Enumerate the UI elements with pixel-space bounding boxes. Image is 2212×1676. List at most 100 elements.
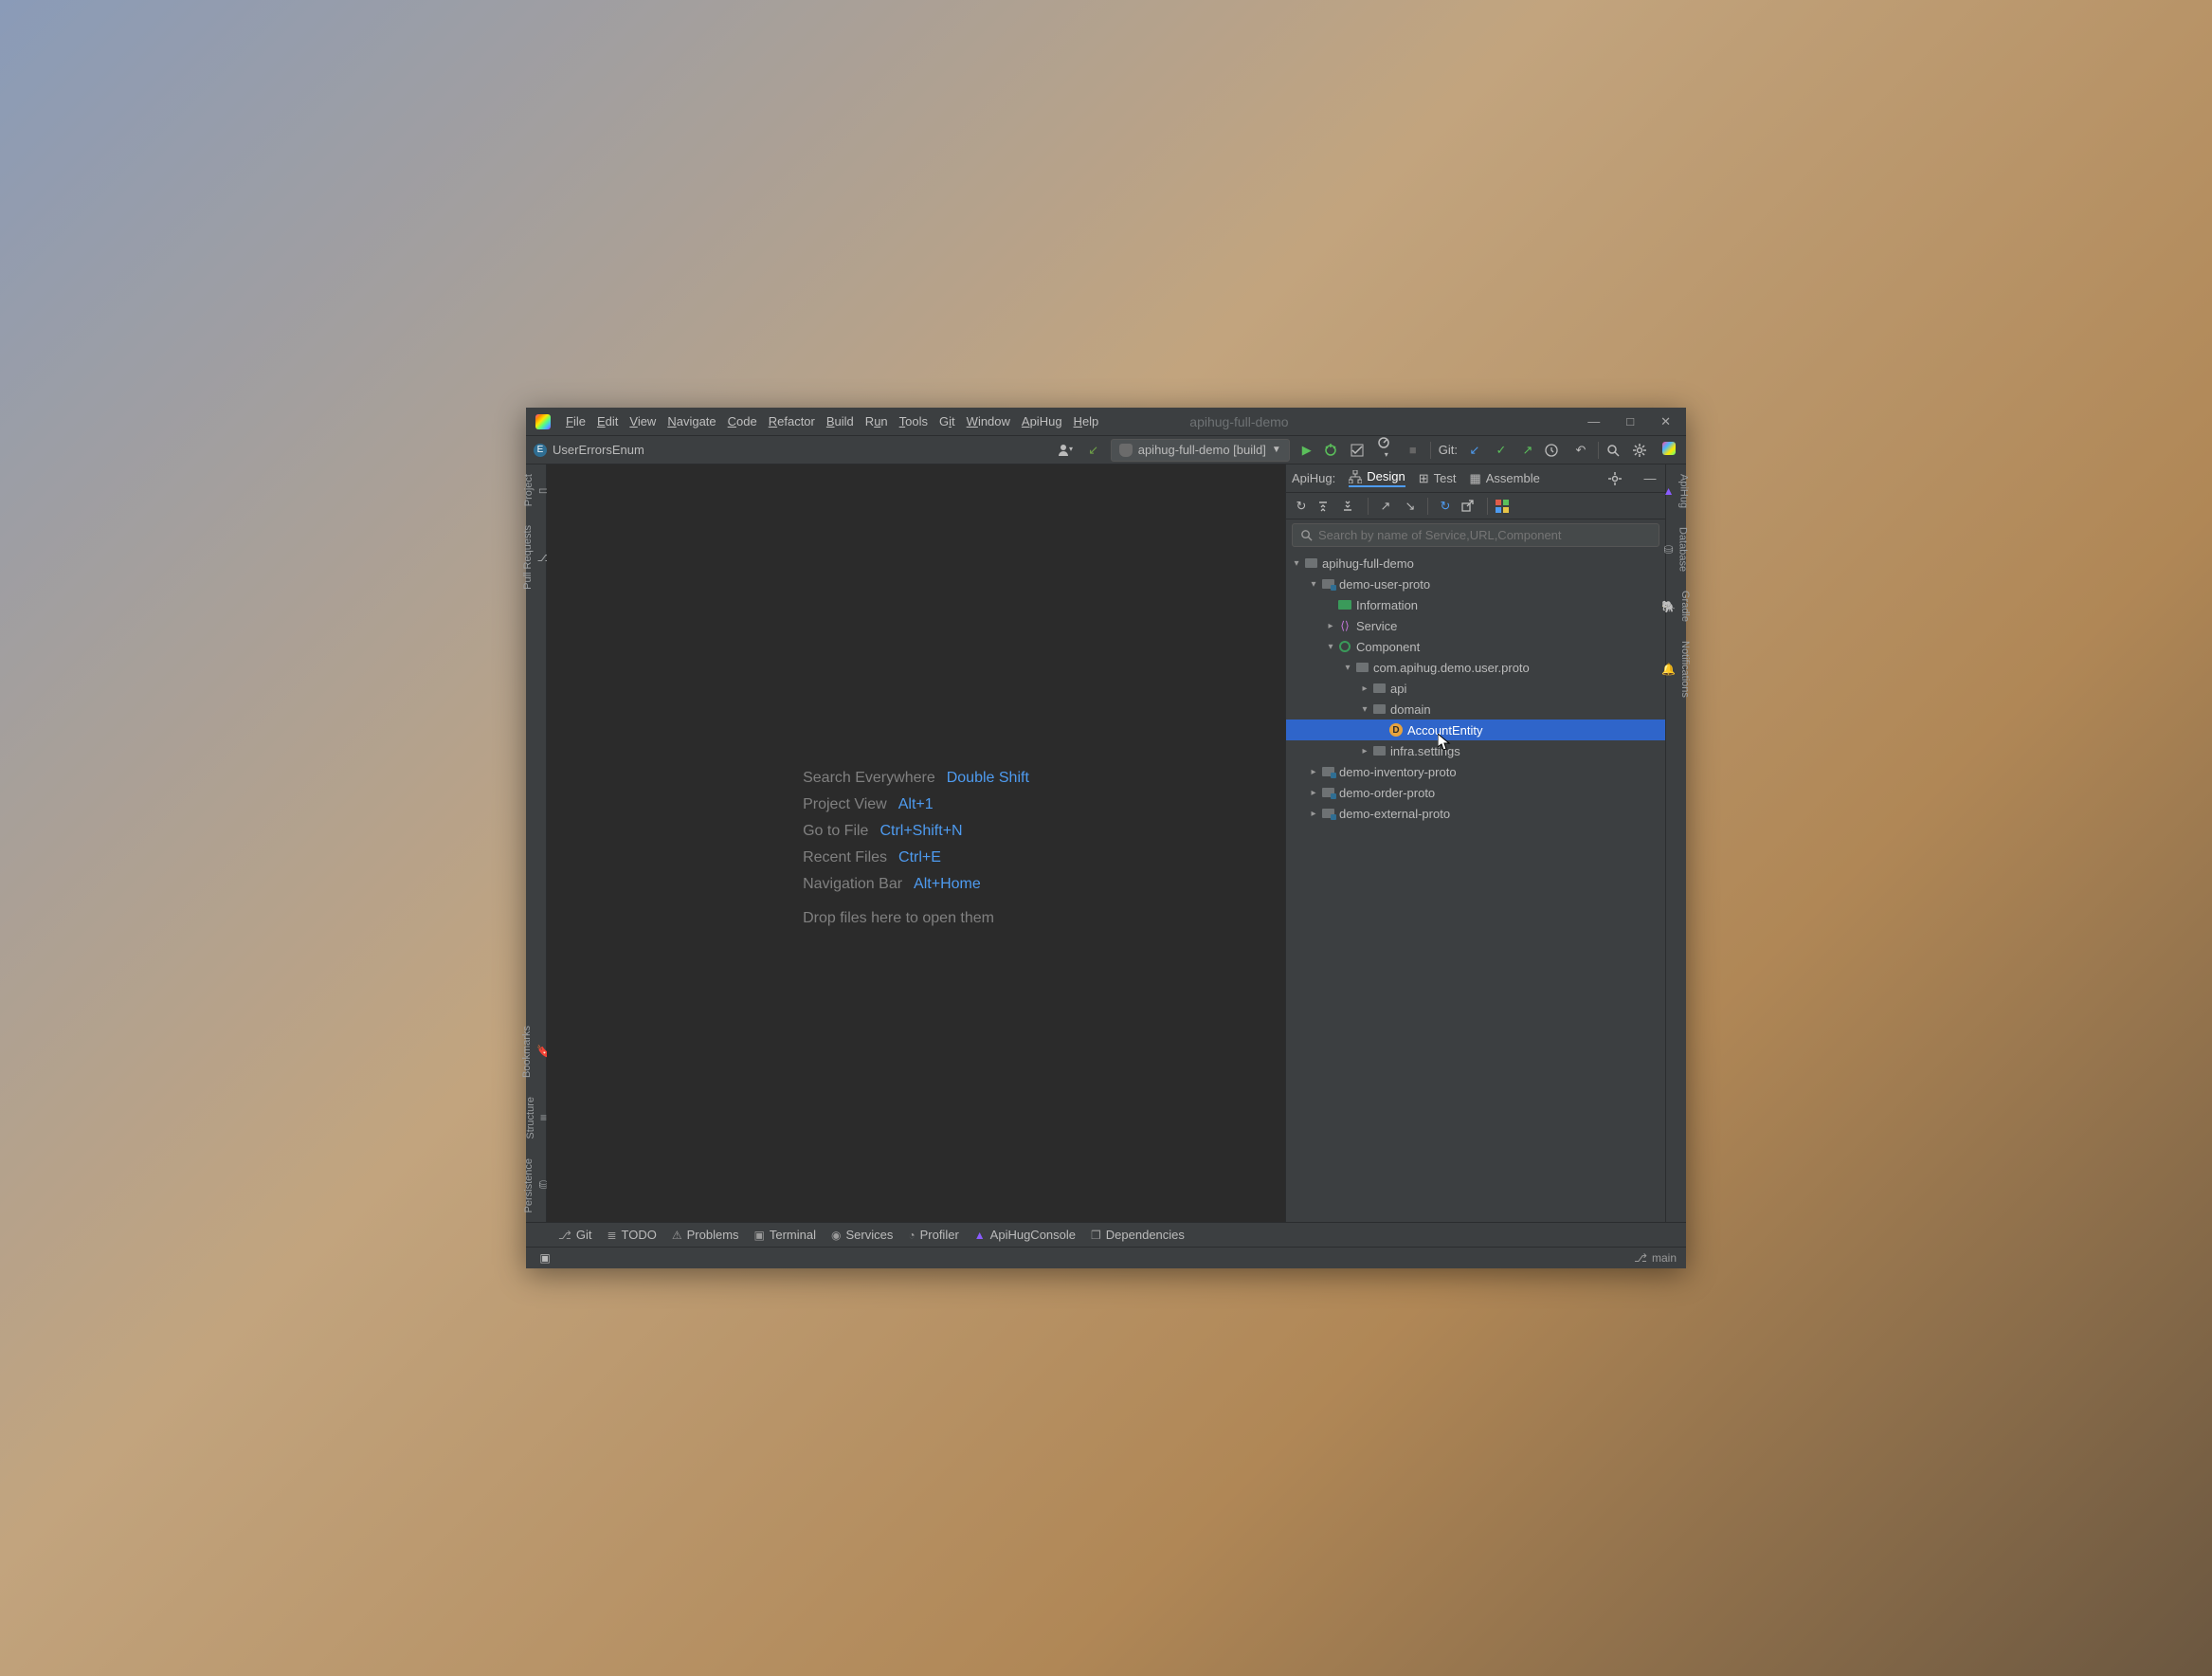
gutter-database[interactable]: ⛁ Database xyxy=(1666,518,1686,581)
expand-all-icon[interactable] xyxy=(1316,500,1335,513)
gradle-icon xyxy=(1119,444,1133,457)
maximize-icon[interactable]: □ xyxy=(1626,414,1634,429)
stop-icon[interactable]: ■ xyxy=(1404,443,1423,457)
gutter-gradle[interactable]: 🐘 Gradle xyxy=(1666,581,1686,631)
tree-service[interactable]: ▸ ⟨⟩ Service xyxy=(1286,615,1665,636)
menu-apihug[interactable]: ApiHug xyxy=(1022,414,1062,428)
gutter-project[interactable]: Project ▭ xyxy=(526,465,546,516)
tree-api[interactable]: ▸ api xyxy=(1286,678,1665,699)
tree-package[interactable]: ▾ com.apihug.demo.user.proto xyxy=(1286,657,1665,678)
tree-module[interactable]: ▾ demo-user-proto xyxy=(1286,574,1665,594)
expand-icon[interactable]: ↗ xyxy=(1376,499,1395,514)
profile-icon[interactable]: ▾ xyxy=(1377,436,1396,464)
menu-edit[interactable]: Edit xyxy=(597,414,618,428)
rollback-icon[interactable]: ↶ xyxy=(1571,443,1590,458)
run-config-selector[interactable]: apihug-full-demo [build] ▼ xyxy=(1111,439,1290,462)
tab-test[interactable]: ⊞ Test xyxy=(1419,471,1457,486)
git-push-icon[interactable]: ↗ xyxy=(1518,443,1537,458)
folder-icon xyxy=(1356,663,1369,672)
gutter-apihug[interactable]: ▲ ApiHug xyxy=(1666,465,1686,518)
panel-settings-icon[interactable] xyxy=(1608,472,1627,485)
file-type-icon: E xyxy=(534,444,547,457)
collapse-all-icon[interactable] xyxy=(1341,500,1360,513)
bottom-problems[interactable]: ⚠ Problems xyxy=(672,1228,739,1242)
tree-module[interactable]: ▸ demo-external-proto xyxy=(1286,803,1665,824)
git-branch[interactable]: ⎇ main xyxy=(1634,1251,1677,1265)
grid-color-icon[interactable] xyxy=(1496,500,1514,513)
panel-search-input[interactable] xyxy=(1318,528,1651,542)
tab-design[interactable]: Design xyxy=(1349,469,1405,487)
drop-hint: Drop files here to open them xyxy=(803,910,1029,927)
menu-file[interactable]: File xyxy=(566,414,586,428)
tree-root[interactable]: ▾ apihug-full-demo xyxy=(1286,553,1665,574)
bottom-profiler[interactable]: ◔ Profiler xyxy=(908,1228,958,1242)
panel-hide-icon[interactable]: — xyxy=(1641,471,1659,485)
chevron-right-icon: ▸ xyxy=(1307,767,1320,777)
tree-domain[interactable]: ▾ domain xyxy=(1286,699,1665,720)
bottom-todo[interactable]: ≣ TODO xyxy=(607,1228,656,1242)
debug-icon[interactable] xyxy=(1324,444,1343,457)
chevron-down-icon: ▾ xyxy=(1290,558,1303,569)
main-area: Project ▭ Pull Requests ⎇ Bookmarks 🔖 St… xyxy=(526,465,1686,1223)
panel-toolbar: ↻ ↗ ↘ ↻ xyxy=(1286,493,1665,519)
assemble-icon: ▦ xyxy=(1469,471,1480,486)
close-icon[interactable]: ✕ xyxy=(1660,414,1671,429)
open-external-icon[interactable] xyxy=(1460,500,1479,513)
settings-icon[interactable] xyxy=(1633,444,1652,457)
apihug-icon: ▲ xyxy=(974,1229,986,1242)
bottom-terminal[interactable]: ▣ Terminal xyxy=(754,1228,816,1242)
menu-view[interactable]: View xyxy=(629,414,656,428)
tree-infra[interactable]: ▸ infra.settings xyxy=(1286,740,1665,761)
window-controls: — □ ✕ xyxy=(1587,414,1680,429)
gutter-structure[interactable]: Structure ≡ xyxy=(526,1087,546,1149)
menu-tools[interactable]: Tools xyxy=(899,414,928,428)
menu-help[interactable]: Help xyxy=(1074,414,1099,428)
folder-icon xyxy=(1373,683,1386,693)
warning-icon: ⚠ xyxy=(672,1229,682,1242)
git-pull-icon[interactable]: ↙ xyxy=(1465,443,1484,458)
app-icon xyxy=(535,414,551,429)
tree-component[interactable]: ▾ Component xyxy=(1286,636,1665,657)
minimize-icon[interactable]: — xyxy=(1587,414,1600,429)
panel-search[interactable] xyxy=(1292,523,1659,547)
tree-information[interactable]: Information xyxy=(1286,594,1665,615)
menu-navigate[interactable]: Navigate xyxy=(667,414,716,428)
bottom-services[interactable]: ◉ Services xyxy=(831,1228,893,1242)
menu-run[interactable]: Run xyxy=(865,414,888,428)
bottom-dependencies[interactable]: ❒ Dependencies xyxy=(1091,1228,1185,1242)
info-icon xyxy=(1338,600,1351,610)
menu-refactor[interactable]: Refactor xyxy=(769,414,815,428)
breadcrumb[interactable]: E UserErrorsEnum xyxy=(534,443,644,457)
plugin-icon[interactable] xyxy=(1659,442,1678,458)
bottom-apihug-console[interactable]: ▲ ApiHugConsole xyxy=(974,1228,1076,1242)
run-icon[interactable]: ▶ xyxy=(1297,443,1316,458)
history-icon[interactable] xyxy=(1545,444,1564,457)
tab-assemble[interactable]: ▦ Assemble xyxy=(1469,471,1539,486)
collapse-icon[interactable]: ↘ xyxy=(1401,499,1420,514)
tool-windows-toggle-icon[interactable]: ▣ xyxy=(535,1251,554,1265)
user-icon[interactable]: ▾ xyxy=(1058,444,1077,457)
panel-tree: ▾ apihug-full-demo ▾ demo-user-proto Inf… xyxy=(1286,551,1665,1222)
bottom-git[interactable]: ⎇ Git xyxy=(558,1228,591,1242)
menu-window[interactable]: Window xyxy=(967,414,1010,428)
tree-module[interactable]: ▸ demo-order-proto xyxy=(1286,782,1665,803)
coverage-icon[interactable] xyxy=(1351,444,1369,457)
gutter-pull-requests[interactable]: Pull Requests ⎇ xyxy=(526,516,546,599)
structure-icon: ≡ xyxy=(540,1111,547,1124)
chevron-down-icon: ▾ xyxy=(1307,579,1320,590)
run-config-label: apihug-full-demo [build] xyxy=(1138,443,1266,457)
menu-git[interactable]: Git xyxy=(939,414,955,428)
gutter-bookmarks[interactable]: Bookmarks 🔖 xyxy=(526,1016,546,1087)
folder-icon xyxy=(1373,704,1386,714)
sync-icon[interactable]: ↻ xyxy=(1436,499,1455,514)
gutter-persistence[interactable]: Persistence ⛁ xyxy=(526,1149,546,1222)
git-commit-icon[interactable]: ✓ xyxy=(1492,443,1511,458)
search-icon[interactable] xyxy=(1606,444,1625,457)
tree-module[interactable]: ▸ demo-inventory-proto xyxy=(1286,761,1665,782)
gutter-notifications[interactable]: 🔔 Notifications xyxy=(1666,631,1686,707)
back-arrow-icon[interactable]: ↙ xyxy=(1084,443,1103,458)
tree-account-entity[interactable]: D AccountEntity xyxy=(1286,720,1665,740)
refresh-icon[interactable]: ↻ xyxy=(1292,499,1311,514)
menu-code[interactable]: Code xyxy=(728,414,757,428)
menu-build[interactable]: Build xyxy=(826,414,854,428)
